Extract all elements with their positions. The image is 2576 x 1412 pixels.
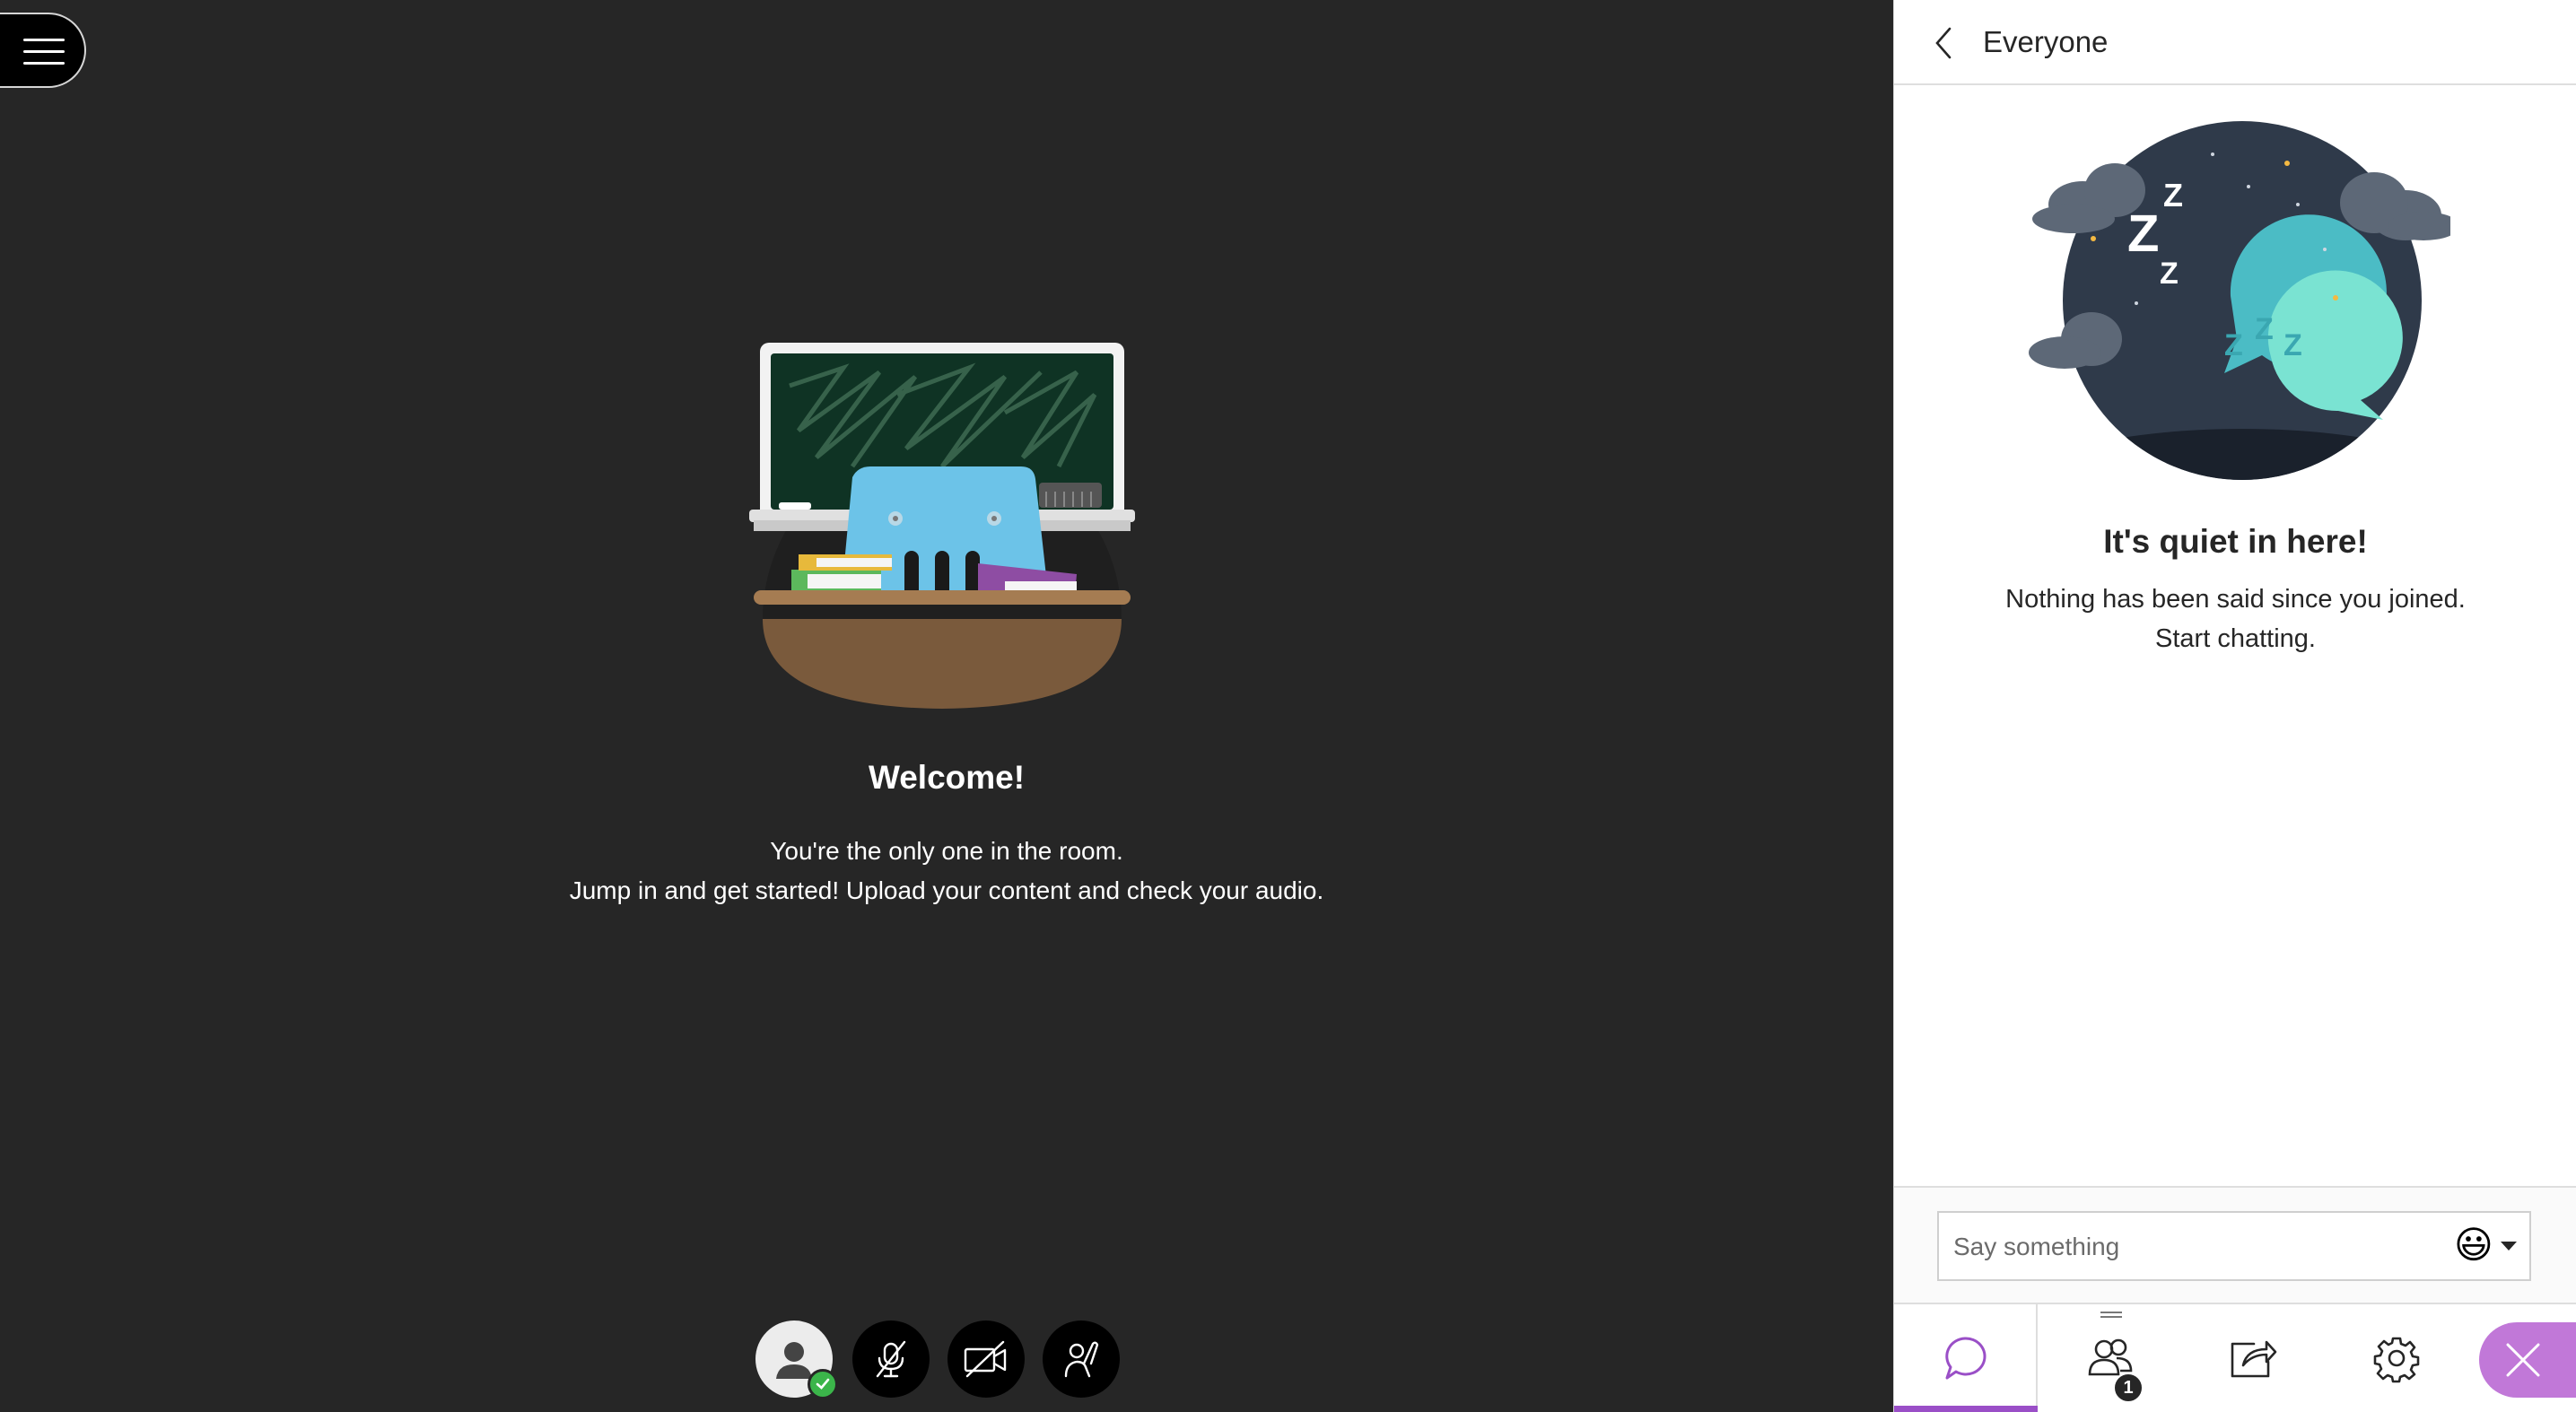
microphone-toggle-button[interactable] [852,1320,930,1398]
share-content-icon [2231,1340,2277,1378]
tab-share-content[interactable] [2190,1304,2316,1412]
tab-attendees[interactable]: 1 [2048,1304,2174,1412]
welcome-title: Welcome! [868,759,1026,796]
svg-text:Z: Z [2224,328,2243,362]
svg-text:Z: Z [2163,177,2183,214]
raise-hand-icon [1064,1341,1099,1378]
close-panel-button[interactable] [2479,1322,2576,1398]
raise-hand-button[interactable] [1043,1320,1120,1398]
chat-input-container: 😃 [1937,1211,2531,1281]
microphone-muted-icon [876,1340,906,1378]
empty-chat-title: It's quiet in here! [2103,523,2368,560]
chat-panel: Everyone Z Z Z Z Z Z It's quiet in here!… [1893,0,2576,1412]
chat-composer: 😃 [1894,1186,2576,1303]
active-tab-indicator [1894,1406,2038,1412]
chat-channel-title: Everyone [1983,25,2109,58]
close-icon [2506,1343,2540,1377]
menu-bar-icon [23,39,65,41]
welcome-message: You're the only one in the room. [770,837,1123,865]
chevron-left-icon [1935,27,1952,59]
smiley-emoji-icon: 😃 [2454,1223,2493,1267]
attendee-count-badge: 1 [2113,1373,2144,1403]
camera-off-icon [964,1340,1007,1378]
emoji-picker-button[interactable]: 😃 [2447,1223,2526,1267]
chat-message-input[interactable] [1939,1213,2458,1281]
drag-handle-icon [2100,1312,2122,1320]
status-check-icon [808,1369,838,1399]
quiet-chat-illustration: Z Z Z Z Z Z [2029,121,2450,480]
caret-down-icon [2501,1242,2517,1251]
panel-tab-bar: 1 [1894,1303,2576,1412]
menu-bar-icon [23,50,65,53]
session-menu-button[interactable] [0,13,86,88]
chat-panel-header: Everyone [1894,0,2576,85]
menu-bar-icon [23,62,65,65]
svg-text:Z: Z [2160,257,2179,291]
chat-bubble-icon [1945,1337,1987,1380]
svg-text:Z: Z [2255,312,2274,346]
tab-settings[interactable] [2334,1304,2459,1412]
camera-toggle-button[interactable] [947,1320,1025,1398]
tab-chat[interactable] [1894,1304,2038,1412]
classroom-illustration [749,343,1135,709]
gear-icon [2373,1337,2420,1383]
main-stage: Welcome! You're the only one in the room… [0,0,1893,1412]
welcome-instructions: Jump in and get started! Upload your con… [569,876,1324,904]
back-button[interactable] [1926,23,1962,63]
empty-chat-prompt: Start chatting. [2155,624,2316,653]
svg-text:Z: Z [2127,205,2159,263]
svg-text:Z: Z [2283,328,2302,362]
empty-chat-message: Nothing has been said since you joined. [2005,585,2466,614]
